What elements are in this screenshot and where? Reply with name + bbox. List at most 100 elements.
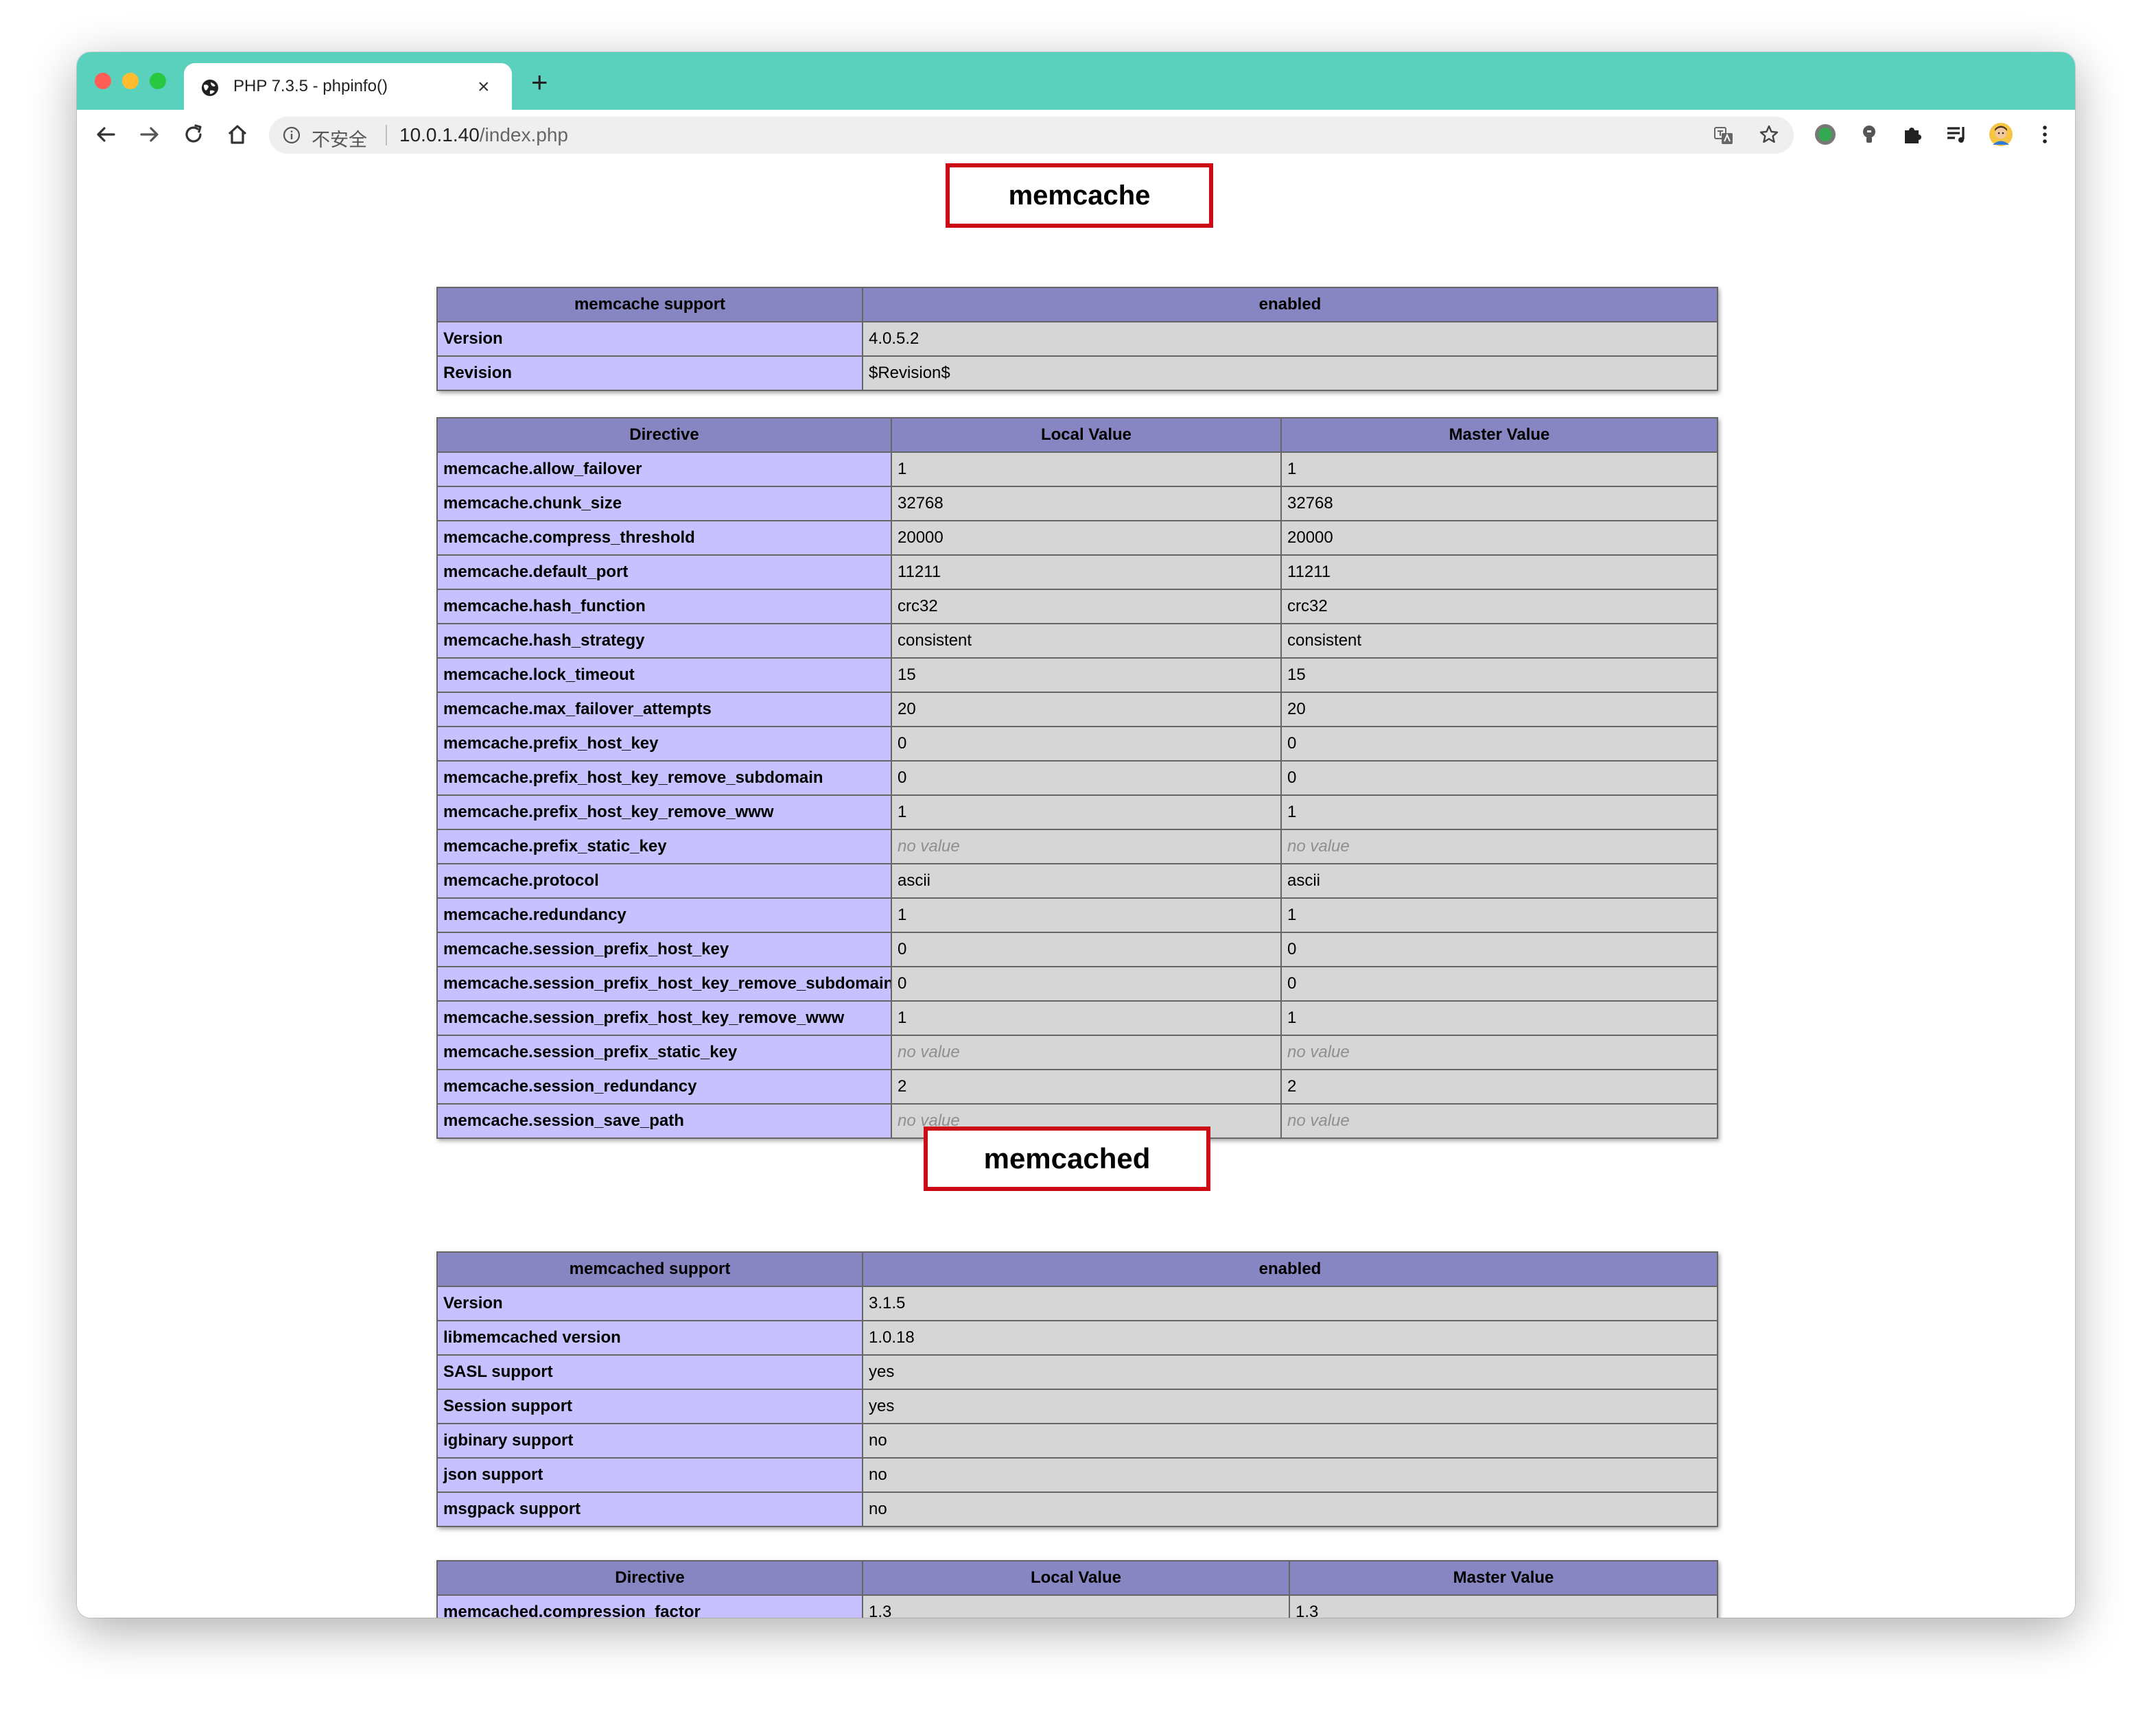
value-cell: crc32	[1280, 589, 1718, 624]
table-row: memcache.prefix_static_key no value no val…	[436, 829, 1718, 864]
value-cell: 1	[891, 1000, 1282, 1036]
value-cell: no value	[1280, 829, 1718, 864]
table-row: memcache.prefix_host_key_remove_www 1 1	[436, 794, 1718, 830]
tab-close-icon[interactable]: ×	[478, 75, 490, 99]
new-tab-button[interactable]: +	[531, 68, 548, 97]
directive-name-cell: Revision	[436, 355, 863, 391]
value-cell: 1	[891, 897, 1282, 933]
value-cell: 32768	[1280, 486, 1718, 521]
value-cell: crc32	[891, 589, 1282, 624]
extensions-puzzle-icon[interactable]	[1901, 122, 1925, 147]
info-icon[interactable]	[283, 126, 301, 144]
directive-name-cell: Version	[436, 321, 863, 357]
back-arrow-icon[interactable]	[93, 122, 118, 147]
column-header: enabled	[862, 287, 1718, 322]
table-row: memcache.prefix_host_key 0 0	[436, 726, 1718, 762]
table-header: Directive Local Value Master Value	[436, 1560, 1718, 1596]
directive-name-cell: Version	[436, 1286, 863, 1321]
table-row: memcache.compress_threshold 20000 20000	[436, 520, 1718, 556]
table-header: memcache support enabled	[436, 287, 1718, 322]
page-content: memcache memcache support enabled Version…	[77, 161, 2075, 1618]
directive-name-cell: memcache.chunk_size	[436, 486, 892, 521]
url-text[interactable]: 10.0.1.40/index.php	[399, 124, 568, 146]
column-header: Master Value	[1280, 417, 1718, 453]
value-cell: no value	[891, 1035, 1282, 1070]
directive-name-cell: Session support	[436, 1389, 863, 1424]
value-cell: 11211	[891, 554, 1282, 590]
table-row: libmemcached version 1.0.18	[436, 1320, 1718, 1356]
table-row: memcache.lock_timeout 15 15	[436, 657, 1718, 693]
directive-name-cell: memcache.prefix_host_key_remove_subdomai…	[436, 760, 892, 796]
directive-name-cell: msgpack support	[436, 1491, 863, 1527]
address-bar[interactable]: 不安全 10.0.1.40/index.php	[269, 117, 1794, 154]
directive-name-cell: memcache.compress_threshold	[436, 520, 892, 556]
table-row: Session support yes	[436, 1389, 1718, 1424]
table-body: Version 4.0.5.2 Revision $Revision$	[436, 321, 1718, 391]
browser-window: PHP 7.3.5 - phpinfo() × + 不安全 10.0.1.40/…	[77, 52, 2075, 1618]
table-row: memcache.session_prefix_host_key_remove_…	[436, 1000, 1718, 1036]
title-bar: PHP 7.3.5 - phpinfo() × +	[77, 52, 2075, 110]
column-header: enabled	[862, 1251, 1718, 1287]
memcache-section-heading: memcache	[946, 163, 1213, 228]
value-cell: 0	[891, 932, 1282, 967]
table-row: SASL support yes	[436, 1354, 1718, 1390]
table-row: Revision $Revision$	[436, 355, 1718, 391]
value-cell: 1	[1280, 794, 1718, 830]
value-cell: 0	[891, 726, 1282, 762]
value-cell: 0	[891, 966, 1282, 1002]
value-cell: 0	[1280, 932, 1718, 967]
directive-name-cell: memcache.session_redundancy	[436, 1069, 892, 1105]
translate-icon[interactable]	[1713, 125, 1735, 147]
extension-green-dot-icon[interactable]	[1813, 122, 1838, 147]
table-header-row: Directive Local Value Master Value	[436, 417, 1718, 453]
reload-icon[interactable]	[181, 122, 206, 147]
window-close-button[interactable]	[95, 73, 111, 89]
forward-arrow-icon[interactable]	[137, 122, 162, 147]
column-header: Directive	[436, 417, 892, 453]
value-cell: no	[862, 1491, 1718, 1527]
directive-name-cell: SASL support	[436, 1354, 863, 1390]
globe-icon	[202, 80, 218, 96]
tab-phpinfo[interactable]: PHP 7.3.5 - phpinfo() ×	[184, 63, 512, 110]
value-cell: 20	[891, 692, 1282, 727]
profile-avatar-icon[interactable]	[1989, 122, 2013, 147]
column-header: Local Value	[862, 1560, 1290, 1596]
value-cell: 1	[1280, 451, 1718, 487]
table-row: memcached.compression_factor 1.3 1.3	[436, 1594, 1718, 1618]
table-row: json support no	[436, 1457, 1718, 1493]
table-row: memcache.protocol ascii ascii	[436, 863, 1718, 899]
value-cell: 20000	[891, 520, 1282, 556]
table-header-row: memcache support enabled	[436, 287, 1718, 322]
value-cell: 1	[1280, 897, 1718, 933]
memcached-directives-table: Directive Local Value Master Value memcach…	[436, 1560, 1718, 1618]
home-icon[interactable]	[225, 122, 250, 147]
value-cell: 0	[891, 760, 1282, 796]
directive-name-cell: memcache.hash_function	[436, 589, 892, 624]
value-cell: yes	[862, 1389, 1718, 1424]
bookmark-star-icon[interactable]	[1758, 123, 1780, 145]
table-row: memcache.redundancy 1 1	[436, 897, 1718, 933]
value-cell: no value	[891, 829, 1282, 864]
window-minimize-button[interactable]	[122, 73, 139, 89]
lightbulb-icon[interactable]	[1857, 122, 1882, 147]
value-cell: no value	[1280, 1035, 1718, 1070]
directive-name-cell: memcache.session_prefix_host_key_remove_…	[436, 1000, 892, 1036]
column-header: Directive	[436, 1560, 863, 1596]
value-cell: 1.3	[1289, 1594, 1718, 1618]
directive-name-cell: memcache.session_prefix_static_key	[436, 1035, 892, 1070]
value-cell: 0	[1280, 726, 1718, 762]
value-cell: 32768	[891, 486, 1282, 521]
column-header: Local Value	[891, 417, 1282, 453]
url-path: /index.php	[479, 124, 568, 145]
memcache-support-table: memcache support enabled Version 4.0.5.2 Re…	[436, 287, 1718, 391]
browser-menu-icon[interactable]	[2032, 122, 2057, 147]
directive-name-cell: memcache.session_prefix_host_key	[436, 932, 892, 967]
table-row: memcache.default_port 11211 11211	[436, 554, 1718, 590]
value-cell: 1	[891, 451, 1282, 487]
window-maximize-button[interactable]	[150, 73, 166, 89]
directive-name-cell: memcache.default_port	[436, 554, 892, 590]
directive-name-cell: memcache.max_failover_attempts	[436, 692, 892, 727]
table-row: memcache.session_prefix_host_key_remove_…	[436, 966, 1718, 1002]
value-cell: 20	[1280, 692, 1718, 727]
media-queue-icon[interactable]	[1945, 122, 1969, 147]
